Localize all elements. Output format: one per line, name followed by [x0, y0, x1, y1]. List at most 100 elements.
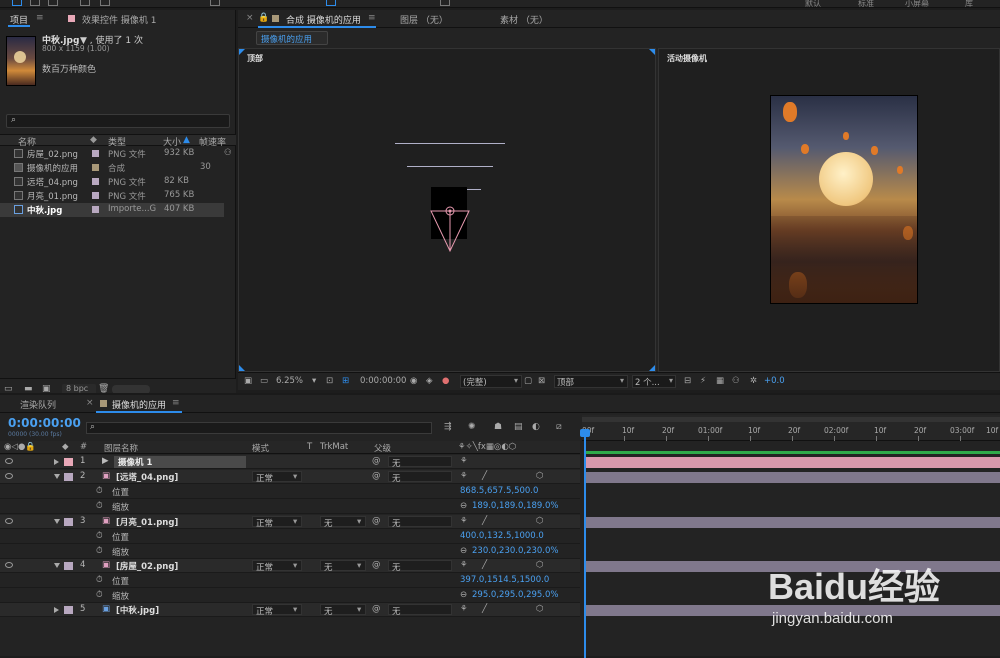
exposure-value[interactable]: +0.0	[764, 376, 785, 386]
timeline-timecode[interactable]: 0:00:00:00	[8, 416, 81, 430]
layer-name[interactable]: [远塔_04.png]	[116, 471, 178, 483]
3d-layer-icon[interactable]: ⬡	[536, 471, 543, 481]
timeline-search-input[interactable]: ⌕	[86, 422, 432, 434]
property-row[interactable]: ⏱ 位置 397.0,1514.5,1500.0	[0, 574, 580, 588]
transparency-grid-icon[interactable]: ⊞	[342, 376, 349, 386]
col-parent[interactable]: 父级	[374, 442, 391, 454]
property-value[interactable]: 230.0,230.0,230.0%	[472, 546, 558, 556]
list-item-selected[interactable]: 中秋.jpg Importe...G 407 KB	[0, 203, 224, 217]
graph-editor-icon[interactable]: ⧄	[556, 422, 562, 432]
property-value[interactable]: 868.5,657.5,500.0	[460, 486, 538, 496]
layer-row[interactable]: 5 ▣ [中秋.jpg] 正常 ▾ 无 ▾ @ 无 ⚘ ╱ ⬡	[0, 603, 580, 617]
layer-label-color[interactable]	[64, 473, 73, 481]
fast-preview-icon[interactable]: ⚡	[700, 376, 706, 386]
panel-menu-icon[interactable]: ≡	[368, 13, 376, 23]
quality-switch-icon[interactable]: ╱	[482, 604, 487, 614]
hide-shy-layers-icon[interactable]: ☗	[494, 422, 502, 432]
timeline-icon[interactable]: ▦	[716, 376, 724, 386]
collapse-arrow-icon[interactable]	[54, 563, 60, 568]
draft-3d-icon[interactable]: ✺	[468, 422, 476, 432]
view-layout-select[interactable]: 2 个... ▾	[632, 375, 676, 388]
parent-dropdown[interactable]: 无	[388, 516, 452, 529]
mode-dropdown[interactable]: 正常 ▾	[252, 560, 302, 573]
puppet-tool-icon[interactable]	[440, 0, 450, 6]
tab-timeline-comp[interactable]: 摄像机的应用	[112, 398, 166, 411]
layer-row-camera[interactable]: 1 ▶ 摄像机 1 @ 无 ⚘	[0, 455, 580, 469]
shy-switch-icon[interactable]: ⚘	[460, 560, 468, 570]
layer-label-color[interactable]	[64, 458, 73, 466]
quality-switch-icon[interactable]: ╱	[482, 560, 487, 570]
stopwatch-icon[interactable]: ⏱	[96, 575, 103, 585]
selection-tool-icon[interactable]	[12, 0, 22, 6]
list-item[interactable]: 摄像机的应用 合成 30	[0, 161, 236, 175]
playhead-handle[interactable]	[580, 429, 590, 437]
stopwatch-icon[interactable]: ⏱	[96, 486, 103, 496]
col-trkmat[interactable]: TrkMat	[320, 442, 348, 452]
fit-icon[interactable]: ⊡	[326, 376, 333, 386]
parent-dropdown[interactable]: 无	[388, 471, 452, 484]
layer-label-color[interactable]	[64, 518, 73, 526]
mode-dropdown[interactable]: 正常 ▾	[252, 471, 302, 484]
shy-switch-icon[interactable]: ⚘	[460, 604, 468, 614]
expand-arrow-icon[interactable]	[54, 459, 59, 465]
layer-row[interactable]: 2 ▣ [远塔_04.png] 正常 ▾ @ 无 ⚘ ╱ ⬡	[0, 470, 580, 484]
pick-whip-icon[interactable]: @	[372, 516, 381, 526]
channel-icon[interactable]: ●	[442, 376, 449, 386]
stopwatch-icon[interactable]: ⏱	[96, 546, 103, 556]
work-area-bar[interactable]	[582, 417, 1000, 422]
expand-arrow-icon[interactable]	[54, 607, 59, 613]
zoom-tool-icon[interactable]	[48, 0, 58, 6]
tab-footage[interactable]: 素材 （无）	[500, 13, 548, 26]
stopwatch-icon[interactable]: ⏱	[96, 590, 103, 600]
hand-tool-icon[interactable]	[30, 0, 40, 6]
always-preview-icon[interactable]: ▣	[244, 376, 252, 386]
workspace-standard[interactable]: 标准	[858, 0, 874, 9]
collapse-arrow-icon[interactable]	[54, 519, 60, 524]
trkmat-dropdown[interactable]: 无 ▾	[320, 604, 366, 617]
close-tab-icon[interactable]: ×	[246, 13, 254, 23]
trkmat-dropdown[interactable]: 无 ▾	[320, 560, 366, 573]
current-time-indicator[interactable]	[584, 433, 586, 658]
shy-switch-icon[interactable]: ⚘	[460, 471, 468, 481]
viewer-top-view[interactable]: 顶部	[238, 48, 656, 372]
pen-tool-icon[interactable]	[210, 0, 220, 6]
shy-switch-icon[interactable]: ⚘	[460, 456, 468, 466]
property-row[interactable]: ⏱ 缩放 ⊖ 189.0,189.0,189.0%	[0, 500, 580, 514]
layer-top-line[interactable]	[407, 166, 493, 167]
zoom-select[interactable]: 6.25%	[276, 376, 303, 386]
3d-layer-icon[interactable]: ⬡	[536, 516, 543, 526]
flowchart-icon[interactable]: ⚇	[224, 148, 232, 158]
collapse-arrow-icon[interactable]	[54, 474, 60, 479]
viewer-active-camera[interactable]: 活动摄像机	[658, 48, 1000, 372]
quality-switch-icon[interactable]: ╱	[482, 471, 487, 481]
property-value[interactable]: 400.0,132.5,1000.0	[460, 531, 544, 541]
trkmat-dropdown[interactable]: 无 ▾	[320, 516, 366, 529]
exposure-reset-icon[interactable]: ✲	[750, 376, 757, 386]
layer-row[interactable]: 3 ▣ [月亮_01.png] 正常 ▾ 无 ▾ @ 无 ⚘ ╱ ⬡	[0, 515, 580, 529]
layer-name[interactable]: [月亮_01.png]	[116, 516, 178, 528]
camera-tool-icon[interactable]	[100, 0, 110, 6]
mode-dropdown[interactable]: 正常 ▾	[252, 604, 302, 617]
project-search-input[interactable]: ⌕	[6, 114, 230, 128]
parent-dropdown[interactable]: 无	[388, 604, 452, 617]
3d-layer-icon[interactable]: ⬡	[536, 604, 543, 614]
eye-icon[interactable]	[5, 458, 13, 464]
list-item[interactable]: 房屋_02.png PNG 文件 932 KB ⚇	[0, 147, 236, 161]
comp-mini-flowchart-icon[interactable]: ⇶	[444, 422, 452, 432]
eye-icon[interactable]	[5, 562, 13, 568]
camera-icon[interactable]	[427, 199, 473, 257]
rotate-tool-icon[interactable]	[80, 0, 90, 6]
3d-layer-icon[interactable]: ⬡	[536, 560, 543, 570]
pick-whip-icon[interactable]: @	[372, 471, 381, 481]
parent-dropdown[interactable]: 无	[388, 456, 452, 469]
workspace-small-screen[interactable]: 小屏幕	[905, 0, 929, 9]
panel-menu-icon[interactable]: ≡	[172, 398, 180, 408]
layer-label-color[interactable]	[64, 562, 73, 570]
list-item[interactable]: 远塔_04.png PNG 文件 82 KB	[0, 175, 236, 189]
layer-top-line[interactable]	[395, 143, 505, 144]
stopwatch-icon[interactable]: ⏱	[96, 531, 103, 541]
monitor-icon[interactable]: ▭	[260, 376, 268, 386]
list-item[interactable]: 月亮_01.png PNG 文件 765 KB	[0, 189, 236, 203]
current-time-display[interactable]: 0:00:00:00	[360, 376, 406, 386]
eye-icon[interactable]	[5, 518, 13, 524]
